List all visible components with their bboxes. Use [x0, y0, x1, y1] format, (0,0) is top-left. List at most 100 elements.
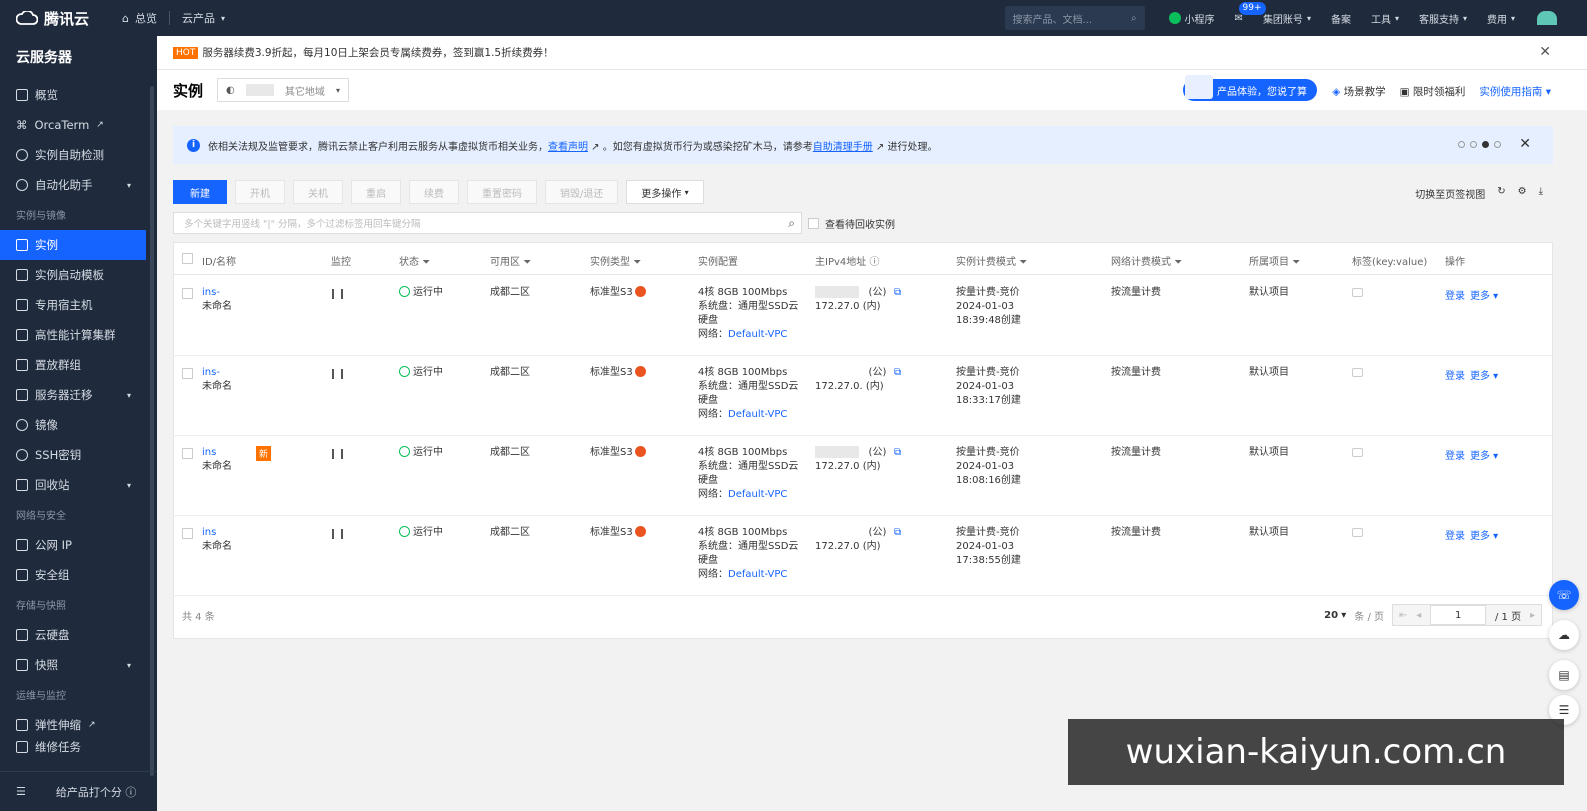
- col-type[interactable]: 实例类型 ⏷: [590, 253, 641, 268]
- experience-banner[interactable]: 产品体验，您说了算: [1183, 75, 1317, 101]
- tag-icon[interactable]: [1352, 448, 1363, 457]
- vpc-link[interactable]: Default-VPC: [728, 409, 787, 420]
- filing-link[interactable]: 备案: [1321, 11, 1361, 26]
- feedback-button[interactable]: 给产品打个分 ⓘ: [56, 784, 137, 800]
- monitor-chart-icon[interactable]: [332, 369, 343, 379]
- notice-text[interactable]: 服务器续费3.9折起，每月10日上架会员专属续费券，签到赢1.5折续费券！: [202, 45, 553, 60]
- carousel-dot-active[interactable]: [1482, 141, 1489, 148]
- download-icon[interactable]: ⤓: [1539, 186, 1543, 201]
- cleanup-manual-link[interactable]: 自助清理手册: [813, 142, 873, 153]
- sidebar-item-snapshot[interactable]: 快照 ▾: [0, 650, 157, 680]
- more-link[interactable]: 更多 ▾: [1470, 290, 1498, 304]
- destroy-button[interactable]: 销毁/退还: [545, 180, 619, 204]
- customer-service-icon[interactable]: ☏: [1549, 580, 1579, 610]
- login-link[interactable]: 登录: [1445, 450, 1465, 464]
- tag-icon[interactable]: [1352, 368, 1363, 377]
- sidebar-item-launch-template[interactable]: 实例启动模板: [0, 260, 157, 290]
- filter-icon[interactable]: ⏷: [633, 257, 641, 268]
- tag-icon[interactable]: [1352, 528, 1363, 537]
- vpc-link[interactable]: Default-VPC: [728, 329, 787, 340]
- filter-icon[interactable]: ⏷: [1174, 257, 1182, 268]
- reset-password-button[interactable]: 重置密码: [467, 180, 537, 204]
- carousel-dot[interactable]: [1470, 141, 1477, 148]
- restart-button[interactable]: 重启: [351, 180, 401, 204]
- copy-icon[interactable]: ⧉: [894, 286, 901, 300]
- filter-icon[interactable]: ⏷: [1292, 257, 1300, 268]
- row-checkbox[interactable]: [182, 448, 193, 459]
- start-button[interactable]: 开机: [235, 180, 285, 204]
- row-checkbox[interactable]: [182, 288, 193, 299]
- messages[interactable]: ✉ 99+: [1225, 1, 1266, 24]
- table-row[interactable]: ins 新 未命名 运行中 成都二区 标准型S3 4核 8GB 100Mbps …: [174, 436, 1552, 516]
- more-link[interactable]: 更多 ▾: [1470, 530, 1498, 544]
- switch-view-link[interactable]: 切换至页签视图: [1415, 186, 1485, 201]
- page-size-select[interactable]: 20 ▾: [1324, 610, 1346, 621]
- avatar[interactable]: [1537, 11, 1557, 25]
- private-ip[interactable]: 172.27.0 (内): [815, 540, 881, 554]
- carousel-dots[interactable]: [1458, 141, 1501, 148]
- filter-icon[interactable]: ⏷: [422, 257, 430, 268]
- more-actions-button[interactable]: 更多操作 ▾: [626, 180, 704, 204]
- login-link[interactable]: 登录: [1445, 370, 1465, 384]
- recycle-checkbox[interactable]: 查看待回收实例: [808, 216, 895, 231]
- monitor-chart-icon[interactable]: [332, 289, 343, 299]
- renew-button[interactable]: 续费: [409, 180, 459, 204]
- first-page-icon[interactable]: ⇤: [1399, 610, 1407, 621]
- more-link[interactable]: 更多 ▾: [1470, 450, 1498, 464]
- sidebar-item-public-ip[interactable]: 公网 IP: [0, 530, 157, 560]
- refresh-icon[interactable]: ↻: [1497, 186, 1505, 201]
- sidebar-item-automation[interactable]: 自动化助手 ▾: [0, 170, 157, 200]
- sidebar-item-image[interactable]: 镜像: [0, 410, 157, 440]
- cloud-assistant-icon[interactable]: ☁: [1549, 620, 1579, 650]
- nav-products[interactable]: 云产品 ▾: [170, 0, 237, 36]
- private-ip[interactable]: 172.27.0 (内): [815, 300, 881, 314]
- sidebar-item-hpc-cluster[interactable]: 高性能计算集群: [0, 320, 157, 350]
- filter-icon[interactable]: ⏷: [1019, 257, 1027, 268]
- sidebar-item-recycle-bin[interactable]: 回收站 ▾: [0, 470, 157, 500]
- sidebar-item-migration[interactable]: 服务器迁移 ▾: [0, 380, 157, 410]
- filter-icon[interactable]: ⏷: [523, 257, 531, 268]
- usage-guide-link[interactable]: 实例使用指南 ▾: [1479, 84, 1551, 99]
- instance-id-link[interactable]: ins-: [202, 366, 220, 380]
- nav-home[interactable]: ⌂ 总览: [110, 0, 169, 36]
- gear-icon[interactable]: ⚙: [1518, 186, 1527, 201]
- vpc-link[interactable]: Default-VPC: [728, 489, 787, 500]
- private-ip[interactable]: 172.27.0 (内): [815, 460, 881, 474]
- close-icon[interactable]: ✕: [1539, 44, 1551, 60]
- search-input[interactable]: 搜索产品、文档... ⌕: [1004, 6, 1145, 30]
- tag-icon[interactable]: [1352, 288, 1363, 297]
- sidebar-item-security-group[interactable]: 安全组: [0, 560, 157, 590]
- sidebar-item-instances[interactable]: 实例: [0, 230, 146, 260]
- scene-tutorial-link[interactable]: ◈ 场景教学: [1332, 84, 1385, 99]
- table-row[interactable]: ins- 未命名 运行中 成都二区 标准型S3 4核 8GB 100Mbps 系…: [174, 276, 1552, 356]
- stop-button[interactable]: 关机: [293, 180, 343, 204]
- instance-search-input[interactable]: 多个关键字用竖线 "|" 分隔，多个过滤标签用回车键分隔 ⌕: [173, 212, 802, 234]
- next-page-icon[interactable]: ▸: [1530, 610, 1535, 621]
- public-ip[interactable]: (公): [815, 526, 886, 540]
- col-net-billing[interactable]: 网络计费模式 ⏷: [1111, 253, 1182, 268]
- checkbox[interactable]: [808, 218, 819, 229]
- private-ip[interactable]: 172.27.0. (内): [815, 380, 884, 394]
- statement-link[interactable]: 查看声明: [548, 142, 588, 153]
- copy-icon[interactable]: ⧉: [894, 366, 901, 380]
- select-all-checkbox[interactable]: [182, 253, 193, 264]
- col-project[interactable]: 所属项目 ⏷: [1249, 253, 1300, 268]
- vpc-link[interactable]: Default-VPC: [728, 569, 787, 580]
- search-icon[interactable]: ⌕: [788, 216, 795, 231]
- instance-id-link[interactable]: ins: [202, 446, 216, 460]
- collapse-icon[interactable]: ☰: [16, 785, 26, 798]
- sidebar-item-ssh-key[interactable]: SSH密钥: [0, 440, 157, 470]
- region-select[interactable]: ◐ 其它地域 ▾: [217, 78, 350, 102]
- sidebar-item-maintenance[interactable]: 维修任务: [0, 740, 157, 754]
- more-link[interactable]: 更多 ▾: [1470, 370, 1498, 384]
- copy-icon[interactable]: ⧉: [894, 526, 901, 540]
- brand-logo[interactable]: 腾讯云: [0, 8, 110, 29]
- instance-id-link[interactable]: ins: [202, 526, 216, 540]
- billing-menu[interactable]: 费用 ▾: [1477, 11, 1525, 26]
- close-icon[interactable]: ✕: [1519, 136, 1531, 152]
- mini-program[interactable]: 小程序: [1159, 11, 1225, 26]
- book-icon[interactable]: ▤: [1549, 660, 1579, 690]
- col-zone[interactable]: 可用区 ⏷: [490, 253, 531, 268]
- info-icon[interactable]: ⓘ: [869, 257, 879, 268]
- carousel-dot[interactable]: [1494, 141, 1501, 148]
